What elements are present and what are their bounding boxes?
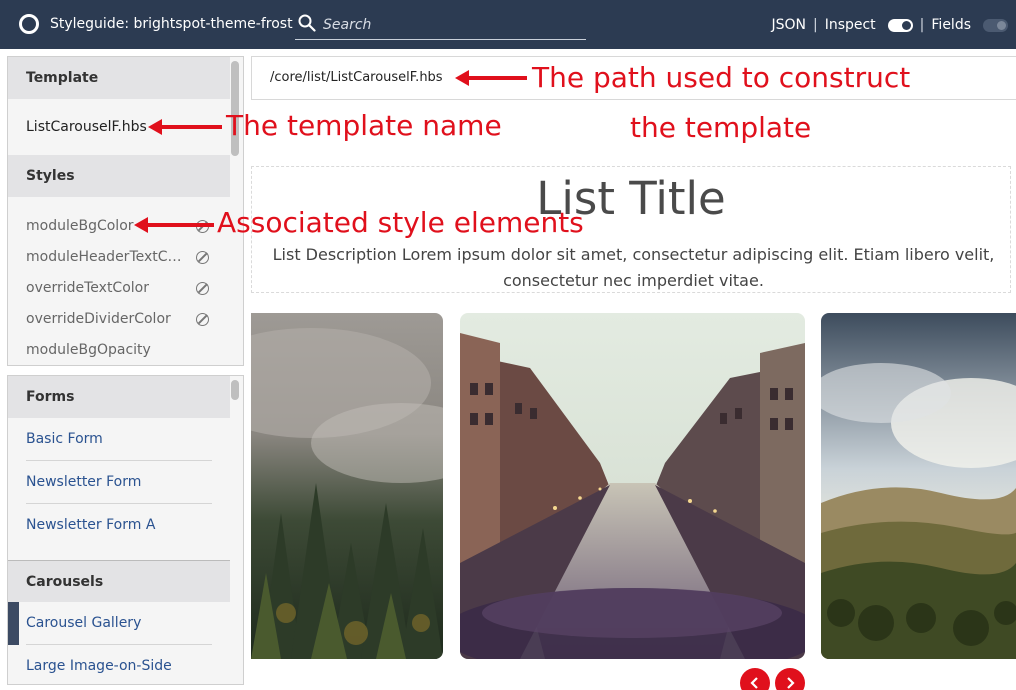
annotation-arrow bbox=[455, 70, 527, 86]
annotation-path: The path used to construct bbox=[532, 61, 911, 94]
annotation-path-line2: the template bbox=[630, 111, 812, 144]
nav-item-label: Newsletter Form A bbox=[26, 517, 156, 533]
styles-heading: Styles bbox=[8, 155, 230, 197]
template-panel: Template ListCarouselF.hbs Styles module… bbox=[7, 56, 244, 366]
ban-icon[interactable] bbox=[196, 282, 209, 295]
search-input[interactable] bbox=[323, 15, 573, 35]
nav-item-basic-form[interactable]: Basic Form bbox=[8, 418, 230, 461]
carousel-prev-button[interactable] bbox=[740, 668, 770, 690]
navigation-panel: Forms Basic Form Newsletter Form Newslet… bbox=[7, 375, 244, 685]
nav-item-newsletter-form-a[interactable]: Newsletter Form A bbox=[8, 504, 230, 547]
carousels-heading: Carousels bbox=[8, 560, 230, 602]
separator: | bbox=[812, 17, 818, 33]
style-item[interactable]: overrideDividerColor bbox=[8, 304, 230, 335]
app-title[interactable]: Styleguide: brightspot-theme-frost bbox=[50, 16, 293, 32]
inspect-toggle[interactable] bbox=[887, 18, 913, 32]
style-label: moduleBgColor bbox=[26, 218, 134, 234]
chevron-left-icon bbox=[750, 677, 758, 689]
style-label: overrideTextColor bbox=[26, 280, 149, 296]
fields-label: Fields bbox=[931, 17, 971, 33]
template-heading: Template bbox=[8, 57, 230, 99]
inspect-label: Inspect bbox=[824, 17, 876, 33]
style-item[interactable]: moduleBgOpacity bbox=[8, 335, 230, 365]
search-box[interactable] bbox=[295, 11, 586, 40]
style-item[interactable]: overrideTextColor bbox=[8, 273, 230, 304]
carousel-next-button[interactable] bbox=[775, 668, 805, 690]
search-icon bbox=[298, 14, 316, 32]
style-label: overrideDividerColor bbox=[26, 311, 171, 327]
annotation-arrow bbox=[148, 119, 222, 135]
nav-item-carousel-gallery[interactable]: Carousel Gallery bbox=[8, 602, 230, 645]
style-label: moduleBgOpacity bbox=[26, 342, 151, 358]
json-link[interactable]: JSON bbox=[771, 17, 806, 33]
ban-icon[interactable] bbox=[196, 313, 209, 326]
annotation-arrow bbox=[134, 217, 214, 233]
annotation-template-name: The template name bbox=[226, 109, 502, 142]
ban-icon[interactable] bbox=[196, 251, 209, 264]
nav-item-newsletter-form[interactable]: Newsletter Form bbox=[8, 461, 230, 504]
list-description: List Description Lorem ipsum dolor sit a… bbox=[272, 245, 995, 290]
separator: | bbox=[919, 17, 925, 33]
nav-item-label: Carousel Gallery bbox=[26, 615, 142, 631]
carousel-image-hills[interactable] bbox=[821, 313, 1016, 659]
top-bar: Styleguide: brightspot-theme-frost JSON … bbox=[0, 0, 1016, 49]
carousel-image-forest[interactable] bbox=[251, 313, 443, 659]
fields-toggle[interactable] bbox=[983, 18, 1008, 32]
logo-icon[interactable] bbox=[19, 14, 39, 34]
forms-heading: Forms bbox=[8, 376, 230, 418]
nav-item-label: Newsletter Form bbox=[26, 474, 142, 490]
scrollbar[interactable] bbox=[231, 380, 239, 400]
carousel-image-canal[interactable] bbox=[460, 313, 805, 659]
header-controls: JSON | Inspect | Fields bbox=[771, 16, 1008, 34]
nav-item-label: Large Image-on-Side bbox=[26, 658, 172, 674]
nav-item-large-image-on-side[interactable]: Large Image-on-Side bbox=[8, 645, 230, 684]
annotation-styles: Associated style elements bbox=[217, 206, 584, 239]
chevron-right-icon bbox=[787, 677, 795, 689]
style-label: moduleHeaderTextColor bbox=[26, 249, 186, 265]
style-item[interactable]: moduleHeaderTextColor bbox=[8, 242, 230, 273]
nav-item-label: Basic Form bbox=[26, 431, 103, 447]
template-path: /core/list/ListCarouselF.hbs bbox=[270, 70, 443, 85]
